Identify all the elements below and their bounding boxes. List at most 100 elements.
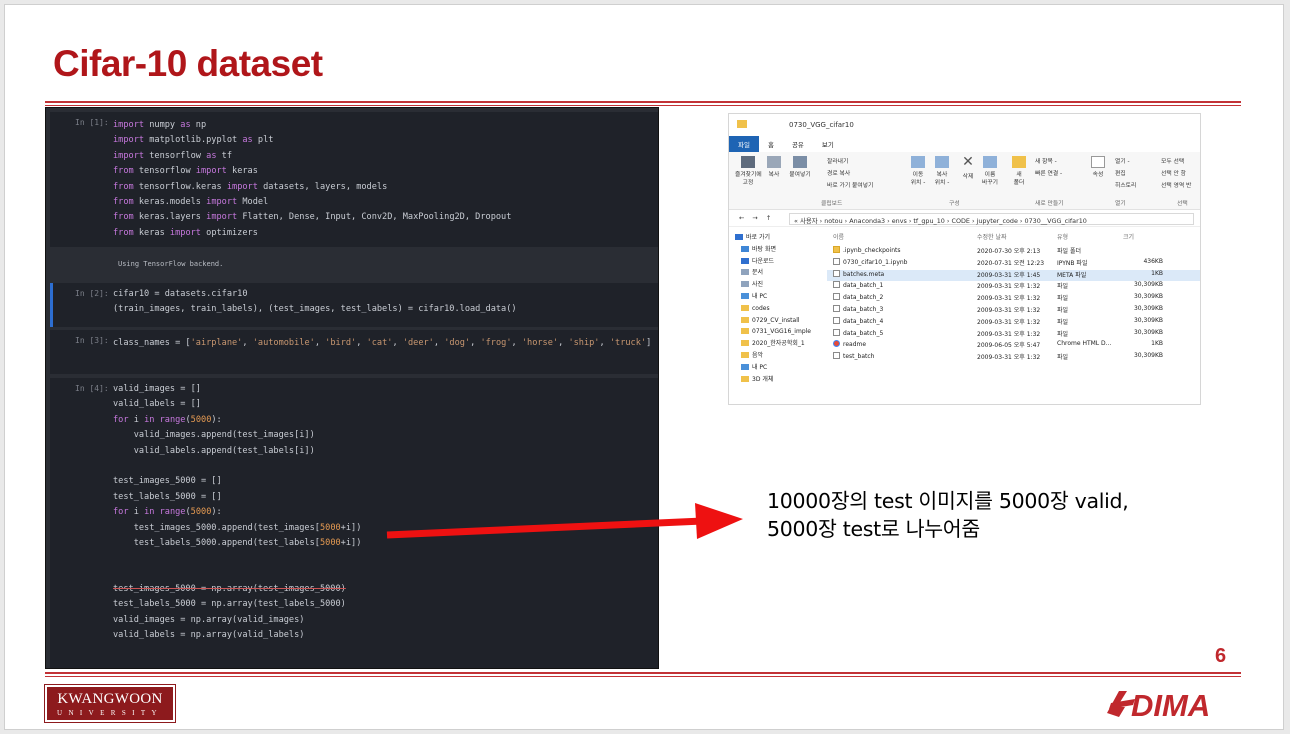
code-block: import numpy as np import matplotlib.pypl… <box>113 118 511 241</box>
address-row: ← → ↑ « 사용자 › notou › Anaconda3 › envs ›… <box>729 211 1200 227</box>
nav-item-label: 다운로드 <box>752 257 775 265</box>
file-type: 파일 <box>1057 318 1069 326</box>
nav-item[interactable]: 다운로드 <box>735 256 821 268</box>
file-row[interactable]: test_batch 2009-03-31 오후 1:32 파일 30,309KB <box>827 352 1200 364</box>
file-icon <box>833 257 840 265</box>
nav-item[interactable]: 내 PC <box>735 362 821 374</box>
code-cell-2[interactable]: In [2]: cifar10 = datasets.cifar10 (train… <box>50 283 658 327</box>
slide-title: Cifar-10 dataset <box>53 43 323 84</box>
tab-share[interactable]: 공유 <box>783 136 813 152</box>
nav-item[interactable]: codes <box>735 303 821 315</box>
file-row[interactable]: readme 2009-06-05 오후 5:47 Chrome HTML D...… <box>827 340 1200 352</box>
file-row[interactable]: data_batch_5 2009-03-31 오후 1:32 파일 30,309KB <box>827 328 1200 341</box>
cell-prompt: In [1]: <box>75 118 109 127</box>
properties-icon <box>1091 156 1105 168</box>
nav-item[interactable]: 0729_CV_install <box>735 315 821 327</box>
paste-button[interactable]: 붙여넣기 <box>787 156 813 179</box>
file-date: 2009-03-31 오후 1:32 <box>977 330 1041 338</box>
delete-button[interactable]: ✕ 삭제 <box>957 155 979 181</box>
file-row[interactable]: data_batch_4 2009-03-31 오후 1:32 파일 30,309KB <box>827 316 1200 329</box>
code-line: import matplotlib.pyplot as plt <box>113 135 274 146</box>
nav-item[interactable]: 바탕 화면 <box>735 244 821 256</box>
file-row[interactable]: 0730_cifar10_1.ipynb 2020-07-31 오전 12:23 I… <box>827 257 1200 270</box>
copy-button[interactable]: 복사 <box>765 156 783 179</box>
properties-button[interactable]: 속성 <box>1089 156 1107 179</box>
file-date: 2009-03-31 오후 1:32 <box>977 306 1041 314</box>
cell-prompt: In [3]: <box>75 336 109 345</box>
new-folder-button[interactable]: 새 폴더 <box>1009 156 1029 187</box>
file-name-cell: .ipynb_checkpoints <box>833 246 901 254</box>
file-name-cell: data_batch_5 <box>833 328 883 337</box>
nav-item[interactable]: 3D 개체 <box>735 374 821 386</box>
tab-home[interactable]: 홈 <box>759 136 783 152</box>
pin-button[interactable]: 즐겨찾기에 고정 <box>735 156 762 187</box>
cut-button[interactable]: 잘라내기 <box>827 158 848 166</box>
file-row[interactable]: .ipynb_checkpoints 2020-07-30 오후 2:13 파일 폴… <box>827 246 1200 258</box>
footer-line <box>45 672 1241 674</box>
dima-logo: DIMA <box>1107 688 1210 721</box>
move-to-button[interactable]: 이동 위치 - <box>907 156 929 187</box>
paste-shortcut-button[interactable]: 바로 가기 붙여넣기 <box>827 182 873 190</box>
address-bar[interactable]: « 사용자 › notou › Anaconda3 › envs › tf_gp… <box>789 213 1194 225</box>
copy-path-button[interactable]: 경로 복사 <box>827 170 850 178</box>
code-line: from tensorflow.keras import datasets, l… <box>113 181 388 192</box>
column-size[interactable]: 크기 <box>1123 232 1159 241</box>
nav-item[interactable]: 문서 <box>735 267 821 279</box>
nav-item[interactable]: 0731_VGG16_imple <box>735 326 821 338</box>
column-type[interactable]: 유형 <box>1057 232 1068 241</box>
code-block: valid_images = [] valid_labels = [] for i … <box>113 382 361 644</box>
file-size: 30,309KB <box>1133 328 1163 336</box>
column-name[interactable]: 이름 <box>833 232 844 241</box>
code-line: from keras.layers import Flatten, Dense,… <box>113 212 512 223</box>
select-none-button[interactable]: 선택 안 함 <box>1161 170 1186 178</box>
back-icon[interactable]: ← <box>739 214 744 222</box>
easy-access-button[interactable]: 빠른 연결 - <box>1035 170 1062 178</box>
edit-button[interactable]: 편집 <box>1115 170 1126 178</box>
tab-view[interactable]: 보기 <box>813 136 843 152</box>
file-row[interactable]: data_batch_1 2009-03-31 오후 1:32 파일 30,309KB <box>827 281 1200 293</box>
nav-item[interactable]: 사진 <box>735 279 821 291</box>
tab-file[interactable]: 파일 <box>729 136 759 152</box>
nav-item[interactable]: 2020_한자공학회_1 <box>735 338 821 350</box>
code-line: class_names = ['airplane', 'automobile',… <box>113 338 652 348</box>
pic-icon <box>741 281 749 288</box>
rename-button[interactable]: 이름 바꾸기 <box>979 156 1001 187</box>
file-row[interactable]: data_batch_2 2009-03-31 오후 1:32 파일 30,309KB <box>827 293 1200 305</box>
invert-selection-button[interactable]: 선택 영역 반 <box>1161 182 1191 190</box>
chrome-icon <box>833 340 840 348</box>
new-item-button[interactable]: 새 항목 - <box>1035 158 1057 166</box>
file-size: 1KB <box>1151 340 1163 348</box>
svg-text:DIMA: DIMA <box>1131 688 1210 721</box>
file-icon <box>833 328 840 336</box>
code-line: from keras.models import Model <box>113 196 269 207</box>
code-line: valid_images.append(test_images[i]) <box>113 430 315 441</box>
column-date[interactable]: 수정한 날짜 <box>977 232 1007 241</box>
select-all-button[interactable]: 모두 선택 <box>1161 158 1184 166</box>
nav-item-label: 3D 개체 <box>752 375 774 383</box>
code-cell-1[interactable]: In [1]: import numpy as np import matplot… <box>50 112 658 247</box>
code-line: test_labels_5000 = np.array(test_labels_… <box>113 599 346 610</box>
file-icon <box>833 269 840 277</box>
file-type: Chrome HTML D... <box>1057 340 1112 348</box>
nav-item[interactable]: 내 PC <box>735 291 821 303</box>
nav-item[interactable]: 음악 <box>735 350 821 362</box>
desktop-icon <box>741 245 749 252</box>
file-date: 2009-03-31 오후 1:32 <box>977 318 1041 326</box>
copy-to-button[interactable]: 복사 위치 - <box>931 156 953 187</box>
file-size: 30,309KB <box>1133 304 1163 312</box>
group-select: 선택 <box>1177 201 1188 207</box>
open-button[interactable]: 열기 - <box>1115 158 1130 166</box>
group-organize: 구성 <box>949 201 960 207</box>
file-row[interactable]: batches.meta 2009-03-31 오후 1:45 META 파일 1KB <box>827 269 1200 282</box>
forward-icon[interactable]: → <box>752 214 757 222</box>
file-size: 30,309KB <box>1133 352 1163 360</box>
file-size: 30,309KB <box>1133 316 1163 324</box>
code-line: test_images_5000 = np.array(test_images_… <box>113 584 346 595</box>
file-row[interactable]: data_batch_3 2009-03-31 오후 1:32 파일 30,309KB <box>827 304 1200 317</box>
history-button[interactable]: 히스토리 <box>1115 182 1136 190</box>
nav-item[interactable]: 바로 가기 <box>735 232 821 244</box>
up-icon[interactable]: ↑ <box>766 214 771 222</box>
download-icon <box>741 257 749 264</box>
code-cell-3[interactable]: In [3]: class_names = ['airplane', 'auto… <box>50 330 658 374</box>
